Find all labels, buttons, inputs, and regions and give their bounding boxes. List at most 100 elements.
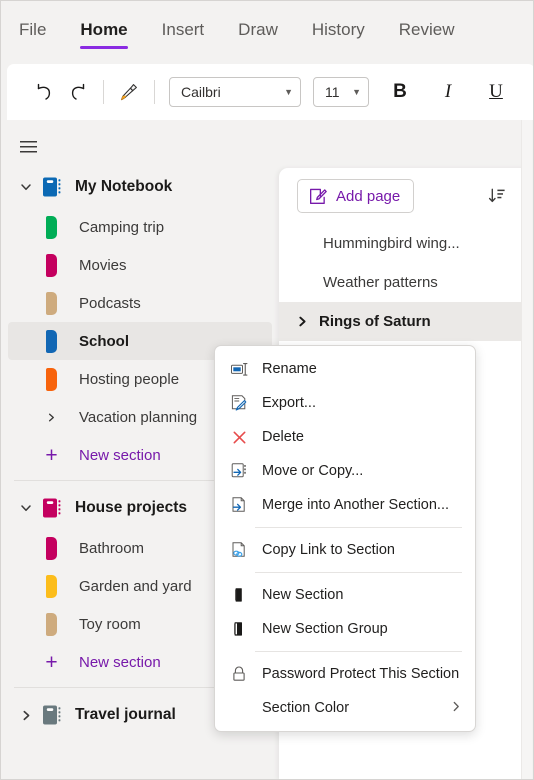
font-size-select[interactable]: 11 ▼ — [313, 77, 369, 107]
redo-button[interactable] — [61, 75, 95, 109]
notebook-title: Travel journal — [75, 706, 176, 723]
chevron-down-icon: ▼ — [284, 87, 293, 97]
section-color-tab — [46, 329, 57, 353]
add-page-button[interactable]: Add page — [297, 179, 415, 213]
add-page-label: Add page — [336, 187, 401, 205]
copy-link-icon — [228, 540, 250, 560]
format-painter-button[interactable] — [112, 75, 146, 109]
menu-item-label: Delete — [262, 429, 304, 445]
merge-section-icon — [228, 495, 250, 515]
page-title: Rings of Saturn — [319, 313, 431, 330]
section-label: Camping trip — [79, 218, 165, 236]
notebook-title: My Notebook — [75, 178, 173, 195]
italic-button[interactable]: I — [431, 75, 465, 109]
menu-divider-2 — [255, 572, 462, 573]
sort-descending-icon — [488, 188, 505, 203]
tab-file[interactable]: File — [19, 16, 46, 50]
redo-arrow-icon — [71, 83, 85, 100]
menu-item-export[interactable]: Export... — [215, 386, 475, 420]
menu-item-label: Move or Copy... — [262, 463, 364, 479]
tab-review[interactable]: Review — [399, 16, 455, 50]
tab-home[interactable]: Home — [80, 16, 128, 50]
section-color-tab — [46, 291, 57, 315]
menu-divider-1 — [255, 527, 462, 528]
font-family-select[interactable]: Cailbri ▼ — [169, 77, 301, 107]
menu-item-copy-link-to-section[interactable]: Copy Link to Section — [215, 533, 475, 567]
menu-item-password-protect[interactable]: Password Protect This Section — [215, 657, 475, 691]
section-label: Toy room — [79, 615, 141, 633]
section-color-tab — [46, 367, 57, 391]
menu-item-label: Merge into Another Section... — [262, 497, 449, 513]
page-row-hummingbird[interactable]: Hummingbird wing... — [279, 224, 526, 263]
menu-item-label: Rename — [262, 361, 317, 377]
chevron-down-icon[interactable] — [12, 501, 40, 515]
section-color-tab — [46, 215, 57, 239]
tab-draw[interactable]: Draw — [238, 16, 278, 50]
onenote-window: File Home Insert Draw History Review Cai… — [0, 0, 534, 780]
font-family-value: Cailbri — [181, 84, 221, 100]
section-color-tab — [46, 574, 57, 598]
section-label: Garden and yard — [79, 577, 192, 595]
menu-item-label: New Section Group — [262, 621, 388, 637]
empty-icon — [228, 698, 250, 718]
chevron-down-icon: ▼ — [352, 87, 361, 97]
navigation-toggle-button[interactable] — [16, 134, 42, 160]
menu-item-rename[interactable]: Rename — [215, 352, 475, 386]
menu-item-new-section-group[interactable]: New Section Group — [215, 612, 475, 646]
rename-icon — [228, 359, 250, 379]
notebook-row-my-notebook[interactable]: My Notebook — [2, 166, 278, 208]
chevron-right-icon[interactable] — [12, 709, 40, 722]
chevron-down-icon[interactable] — [12, 180, 40, 194]
format-painter-icon — [121, 84, 137, 101]
tab-insert[interactable]: Insert — [162, 16, 205, 50]
page-title: Weather patterns — [323, 274, 438, 291]
hamburger-menu-icon — [20, 141, 37, 153]
menu-item-move-or-copy[interactable]: Move or Copy... — [215, 454, 475, 488]
move-or-copy-icon — [228, 461, 250, 481]
page-row-weather-patterns[interactable]: Weather patterns — [279, 263, 526, 302]
delete-x-icon — [228, 427, 250, 447]
menu-item-section-color[interactable]: Section Color — [215, 691, 475, 725]
section-label: Hosting people — [79, 370, 180, 388]
font-size-value: 11 — [325, 84, 340, 100]
section-row-camping-trip[interactable]: Camping trip — [8, 208, 272, 246]
menu-item-merge-into-another-section[interactable]: Merge into Another Section... — [215, 488, 475, 522]
menu-item-label: Section Color — [262, 700, 350, 716]
undo-button[interactable] — [27, 75, 61, 109]
section-row-podcasts[interactable]: Podcasts — [8, 284, 272, 322]
section-row-movies[interactable]: Movies — [8, 246, 272, 284]
lock-icon — [228, 664, 250, 684]
new-section-label: New section — [79, 653, 161, 671]
new-section-icon — [228, 585, 250, 605]
underline-button[interactable]: U — [479, 75, 513, 109]
section-label: Bathroom — [79, 539, 145, 557]
notebook-icon — [40, 496, 66, 520]
menu-item-label: Copy Link to Section — [262, 542, 395, 558]
tab-history[interactable]: History — [312, 16, 365, 50]
new-page-edit-icon — [309, 188, 327, 204]
notebook-title: House projects — [75, 499, 187, 516]
new-section-group-icon — [228, 619, 250, 639]
new-section-label: New section — [79, 446, 161, 464]
chevron-right-icon[interactable] — [295, 315, 309, 328]
menu-item-delete[interactable]: Delete — [215, 420, 475, 454]
toolbar-divider-1 — [103, 80, 104, 104]
page-list-header: Add page — [279, 168, 526, 224]
section-color-tab — [46, 536, 57, 560]
page-row-rings-of-saturn[interactable]: Rings of Saturn — [279, 302, 526, 341]
undo-arrow-icon — [37, 83, 51, 100]
section-group-label: Vacation planning — [79, 408, 198, 426]
menu-item-new-section[interactable]: New Section — [215, 578, 475, 612]
menu-divider-3 — [255, 651, 462, 652]
menu-item-label: Password Protect This Section — [262, 666, 460, 682]
section-label: Movies — [79, 256, 127, 274]
export-icon — [228, 393, 250, 413]
section-color-tab — [46, 612, 57, 636]
section-label: Podcasts — [79, 294, 141, 312]
bold-button[interactable]: B — [383, 75, 417, 109]
ribbon-toolbar: Cailbri ▼ 11 ▼ B I U — [7, 64, 533, 120]
vertical-scrollbar[interactable] — [521, 120, 532, 779]
toolbar-divider-2 — [154, 80, 155, 104]
sort-pages-button[interactable] — [482, 181, 512, 211]
submenu-chevron-right-icon — [451, 700, 462, 716]
